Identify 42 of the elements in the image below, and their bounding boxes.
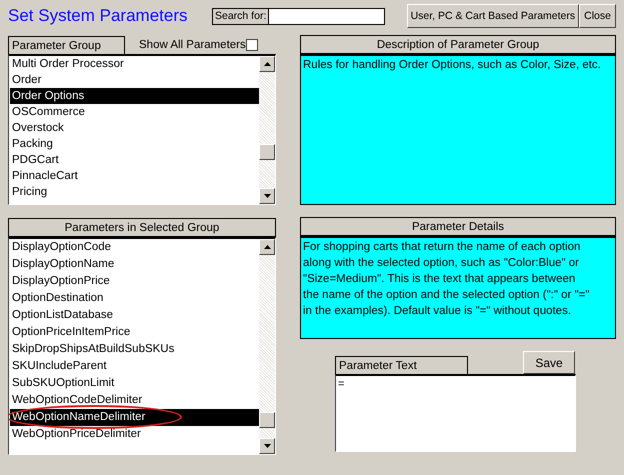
list-item[interactable]: Packing (10, 136, 259, 152)
list-item[interactable]: Multi Order Processor (10, 56, 259, 72)
list-item[interactable]: PDGCart (10, 152, 259, 168)
list-item[interactable]: DisplayOptionCode (10, 239, 259, 256)
toolbar-button[interactable]: Close (579, 4, 616, 28)
list-item[interactable]: OptionListDatabase (10, 307, 259, 324)
list-item[interactable]: SKUIncludeParent (10, 358, 259, 375)
list-item[interactable]: SubSKUOptionLimit (10, 375, 259, 392)
search-label: Search for: (214, 10, 268, 22)
show-all-checkbox[interactable] (246, 38, 258, 50)
list-item[interactable]: Order Options (10, 88, 259, 104)
list-item[interactable]: Order (10, 72, 259, 88)
scroll-up-icon[interactable] (259, 239, 275, 255)
search-field[interactable] (268, 8, 384, 24)
description-heading: Description of Parameter Group (300, 35, 616, 54)
scroll-thumb[interactable] (259, 412, 275, 428)
list-item[interactable]: Pricing (10, 184, 259, 200)
list-item[interactable]: OptionPriceInItemPrice (10, 324, 259, 341)
list-item[interactable]: WebOptionPriceDelimiter (10, 426, 259, 443)
list-item[interactable]: OptionDestination (10, 290, 259, 307)
save-button[interactable]: Save (523, 351, 575, 374)
scroll-thumb[interactable] (259, 144, 275, 160)
params-heading: Parameters in Selected Group (8, 218, 276, 237)
details-text: For shopping carts that return the name of each option along with the selected option, such as "Color:Blue" or "Size=Medium". This is the text that appears between the name of the option and the selected option (":" or "=" in the examples). Default value is "=" without quotes. (300, 236, 616, 339)
list-item[interactable]: Overstock (10, 120, 259, 136)
show-all-label: Show All Parameters (139, 38, 246, 50)
scroll-down-icon[interactable] (259, 188, 275, 204)
scrollbar[interactable] (259, 56, 275, 204)
list-item[interactable]: PinnacleCart (10, 168, 259, 184)
scroll-down-icon[interactable] (259, 438, 275, 454)
list-item[interactable]: WebOptionCodeDelimiter (10, 392, 259, 409)
toolbar-button[interactable]: User, PC & Cart Based Parameters (406, 4, 580, 28)
list-item[interactable]: DisplayOptionPrice (10, 273, 259, 290)
list-item[interactable]: DisplayOptionName (10, 256, 259, 273)
scroll-up-icon[interactable] (259, 56, 275, 72)
scrollbar[interactable] (259, 239, 275, 454)
parameter-text-field[interactable]: = (335, 374, 576, 452)
list-item[interactable]: SkipDropShipsAtBuildSubSKUs (10, 341, 259, 358)
details-heading: Parameter Details (300, 217, 616, 236)
description-text: Rules for handling Order Options, such as Color, Size, etc. (300, 54, 616, 205)
list-item[interactable]: OSCommerce (10, 104, 259, 120)
window-title: Set System Parameters (8, 6, 189, 26)
